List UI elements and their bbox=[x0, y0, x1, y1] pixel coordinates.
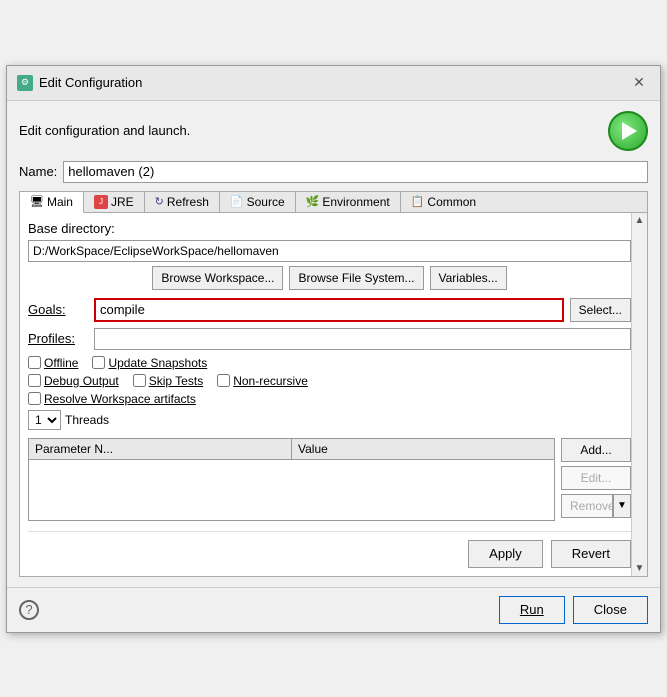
scroll-bar[interactable]: ▲ ▼ bbox=[631, 213, 647, 576]
checkboxes-row-1: Offline Update Snapshots bbox=[28, 356, 631, 370]
scroll-up-arrow[interactable]: ▲ bbox=[633, 213, 647, 228]
debug-output-checkbox[interactable] bbox=[28, 374, 41, 387]
table-header: Parameter N... Value bbox=[29, 439, 554, 460]
threads-row: 1 2 4 Threads bbox=[28, 410, 631, 430]
content-area: Base directory: Browse Workspace... Brow… bbox=[19, 212, 648, 577]
table-area: Parameter N... Value Add... Edit... Remo… bbox=[28, 438, 631, 521]
main-tab-icon: 🖥 bbox=[30, 195, 44, 208]
tab-jre-label: JRE bbox=[111, 195, 134, 209]
skip-tests-label: Skip Tests bbox=[149, 374, 203, 388]
resolve-workspace-label: Resolve Workspace artifacts bbox=[44, 392, 196, 406]
offline-label: Offline bbox=[44, 356, 78, 370]
help-button[interactable]: ? bbox=[19, 600, 39, 620]
offline-checkbox-label[interactable]: Offline bbox=[28, 356, 78, 370]
base-dir-label: Base directory: bbox=[28, 221, 631, 236]
tab-source[interactable]: 📄 Source bbox=[220, 192, 296, 212]
remove-row: Remove ▼ bbox=[561, 494, 631, 518]
update-snapshots-checkbox[interactable] bbox=[92, 356, 105, 369]
tab-main-label: Main bbox=[47, 195, 73, 209]
tab-jre[interactable]: J JRE bbox=[84, 192, 145, 212]
dialog-footer: ? Run Close bbox=[7, 587, 660, 632]
param-value-col-header: Value bbox=[292, 439, 554, 459]
debug-output-label: Debug Output bbox=[44, 374, 119, 388]
resolve-workspace-checkbox-label[interactable]: Resolve Workspace artifacts bbox=[28, 392, 196, 406]
skip-tests-checkbox-label[interactable]: Skip Tests bbox=[133, 374, 203, 388]
dialog-body: Edit configuration and launch. Name: 🖥 M… bbox=[7, 101, 660, 587]
tab-main[interactable]: 🖥 Main bbox=[20, 192, 84, 213]
dialog-header: Edit configuration and launch. bbox=[19, 111, 648, 151]
goals-label: Goals: bbox=[28, 302, 88, 317]
base-dir-input[interactable] bbox=[28, 240, 631, 262]
table-body bbox=[29, 460, 554, 520]
tab-refresh-label: Refresh bbox=[167, 195, 209, 209]
resolve-workspace-checkbox[interactable] bbox=[28, 392, 41, 405]
tab-environment[interactable]: 🌿 Environment bbox=[296, 192, 401, 212]
checkboxes-row-3: Resolve Workspace artifacts bbox=[28, 392, 631, 406]
threads-label: Threads bbox=[65, 413, 109, 427]
threads-select[interactable]: 1 2 4 bbox=[28, 410, 61, 430]
param-name-col-header: Parameter N... bbox=[29, 439, 292, 459]
run-button[interactable]: Run bbox=[499, 596, 565, 624]
tab-environment-label: Environment bbox=[322, 195, 389, 209]
name-row: Name: bbox=[19, 161, 648, 183]
edit-configuration-dialog: ⚙ Edit Configuration ✕ Edit configuratio… bbox=[6, 65, 661, 633]
source-tab-icon: 📄 bbox=[230, 195, 244, 208]
add-param-button[interactable]: Add... bbox=[561, 438, 631, 462]
tab-source-label: Source bbox=[247, 195, 285, 209]
remove-param-button[interactable]: Remove bbox=[561, 494, 613, 518]
table-action-buttons: Add... Edit... Remove ▼ bbox=[561, 438, 631, 521]
apply-button[interactable]: Apply bbox=[468, 540, 543, 568]
browse-buttons-row: Browse Workspace... Browse File System..… bbox=[28, 266, 631, 290]
environment-tab-icon: 🌿 bbox=[306, 195, 320, 208]
edit-param-button[interactable]: Edit... bbox=[561, 466, 631, 490]
title-bar: ⚙ Edit Configuration ✕ bbox=[7, 66, 660, 101]
goals-row: Goals: Select... bbox=[28, 298, 631, 322]
common-tab-icon: 📋 bbox=[411, 195, 425, 208]
inner-content: Base directory: Browse Workspace... Brow… bbox=[28, 221, 631, 568]
debug-output-checkbox-label[interactable]: Debug Output bbox=[28, 374, 119, 388]
browse-workspace-button[interactable]: Browse Workspace... bbox=[152, 266, 283, 290]
goals-input[interactable] bbox=[94, 298, 564, 322]
title-bar-left: ⚙ Edit Configuration bbox=[17, 75, 142, 91]
profiles-input[interactable] bbox=[94, 328, 631, 350]
profiles-label: Profiles: bbox=[28, 331, 88, 346]
select-button[interactable]: Select... bbox=[570, 298, 631, 322]
browse-filesystem-button[interactable]: Browse File System... bbox=[289, 266, 423, 290]
update-snapshots-label: Update Snapshots bbox=[108, 356, 207, 370]
non-recursive-label: Non-recursive bbox=[233, 374, 308, 388]
scroll-down-arrow[interactable]: ▼ bbox=[633, 561, 647, 576]
tabs: 🖥 Main J JRE ↻ Refresh 📄 Source 🌿 Enviro… bbox=[19, 191, 648, 212]
update-snapshots-checkbox-label[interactable]: Update Snapshots bbox=[92, 356, 207, 370]
apply-revert-buttons: Apply Revert bbox=[28, 531, 631, 568]
close-dialog-button[interactable]: ✕ bbox=[628, 72, 650, 94]
tab-common[interactable]: 📋 Common bbox=[401, 192, 486, 212]
tab-common-label: Common bbox=[427, 195, 476, 209]
variables-button[interactable]: Variables... bbox=[430, 266, 507, 290]
refresh-tab-icon: ↻ bbox=[155, 195, 164, 208]
jre-tab-icon: J bbox=[94, 195, 108, 209]
dialog-subtitle: Edit configuration and launch. bbox=[19, 123, 190, 138]
dialog-icon: ⚙ bbox=[17, 75, 33, 91]
parameter-table: Parameter N... Value bbox=[28, 438, 555, 521]
close-button[interactable]: Close bbox=[573, 596, 648, 624]
name-label: Name: bbox=[19, 164, 57, 179]
run-icon-button[interactable] bbox=[608, 111, 648, 151]
non-recursive-checkbox[interactable] bbox=[217, 374, 230, 387]
profiles-row: Profiles: bbox=[28, 328, 631, 350]
footer-buttons: Run Close bbox=[499, 596, 648, 624]
remove-dropdown-button[interactable]: ▼ bbox=[613, 494, 631, 518]
dialog-title: Edit Configuration bbox=[39, 75, 142, 90]
skip-tests-checkbox[interactable] bbox=[133, 374, 146, 387]
revert-button[interactable]: Revert bbox=[551, 540, 631, 568]
base-directory-section: Base directory: Browse Workspace... Brow… bbox=[28, 221, 631, 290]
name-input[interactable] bbox=[63, 161, 648, 183]
checkboxes-row-2: Debug Output Skip Tests Non-recursive bbox=[28, 374, 631, 388]
tab-refresh[interactable]: ↻ Refresh bbox=[145, 192, 220, 212]
offline-checkbox[interactable] bbox=[28, 356, 41, 369]
non-recursive-checkbox-label[interactable]: Non-recursive bbox=[217, 374, 308, 388]
